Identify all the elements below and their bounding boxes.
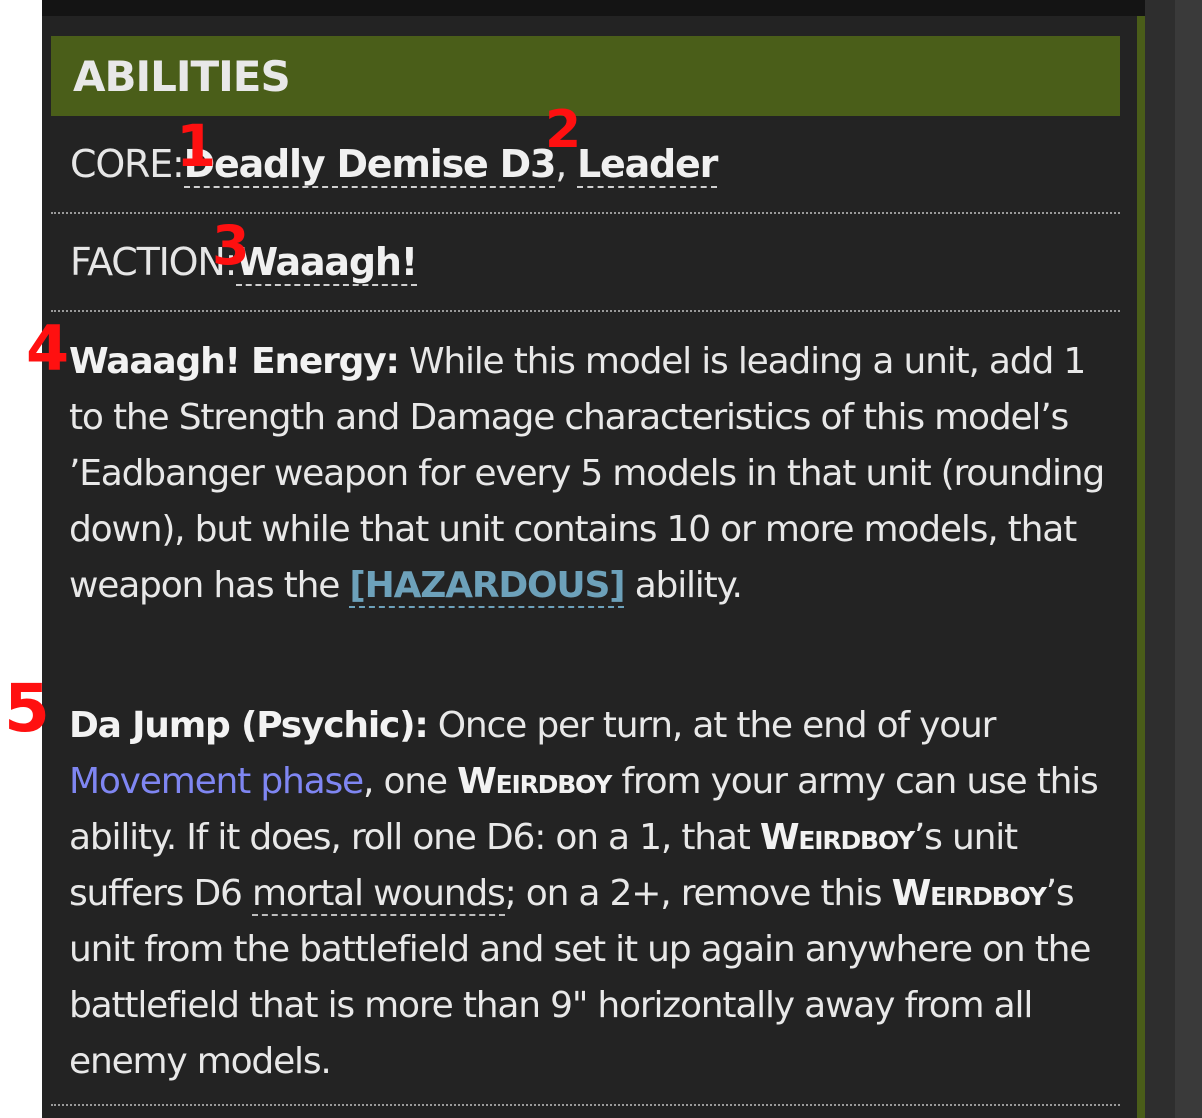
top-bar <box>42 0 1145 16</box>
ability-waaagh-energy: Waaagh! Energy: While this model is lead… <box>69 334 1119 614</box>
page-margin <box>0 0 42 1118</box>
ability-text: Once per turn, at the end of your <box>437 705 997 746</box>
divider <box>51 1104 1120 1106</box>
annotation-3: 3 <box>212 214 250 277</box>
ability-name: Waaagh! Energy: <box>69 341 400 382</box>
abilities-title: ABILITIES <box>73 52 291 101</box>
core-keyword-leader[interactable]: Leader <box>576 142 718 188</box>
annotation-2: 2 <box>545 100 582 160</box>
hazardous-keyword[interactable]: [HAZARDOUS] <box>349 565 626 608</box>
weirdboy-keyword: Weirdboy <box>457 761 612 802</box>
annotation-4: 4 <box>26 312 70 385</box>
ability-da-jump: Da Jump (Psychic): Once per turn, at the… <box>69 698 1119 1090</box>
weirdboy-keyword: Weirdboy <box>891 873 1047 914</box>
scrollbar-thumb[interactable] <box>1175 0 1202 1118</box>
ability-text: ; on a 2+, remove this <box>504 873 883 914</box>
weirdboy-keyword: Weirdboy <box>759 817 915 858</box>
core-keyword-deadly-demise[interactable]: Deadly Demise D3 <box>183 142 556 188</box>
divider <box>51 310 1120 312</box>
faction-keyword-waaagh[interactable]: Waaagh! <box>236 240 418 286</box>
annotation-1: 1 <box>176 112 217 180</box>
mortal-wounds-keyword[interactable]: mortal wounds <box>251 873 506 916</box>
ability-name: Da Jump (Psychic): <box>69 705 429 746</box>
core-row: CORE:Deadly Demise D3, Leader <box>70 142 1130 188</box>
ability-text: ability. <box>634 565 743 606</box>
core-label: CORE: <box>70 142 185 186</box>
movement-phase-link[interactable]: Movement phase <box>69 761 364 802</box>
abilities-header: ABILITIES <box>51 36 1120 116</box>
panel-accent-rail <box>1137 16 1145 1118</box>
ability-text: , one <box>362 761 448 802</box>
annotation-5: 5 <box>4 670 50 747</box>
